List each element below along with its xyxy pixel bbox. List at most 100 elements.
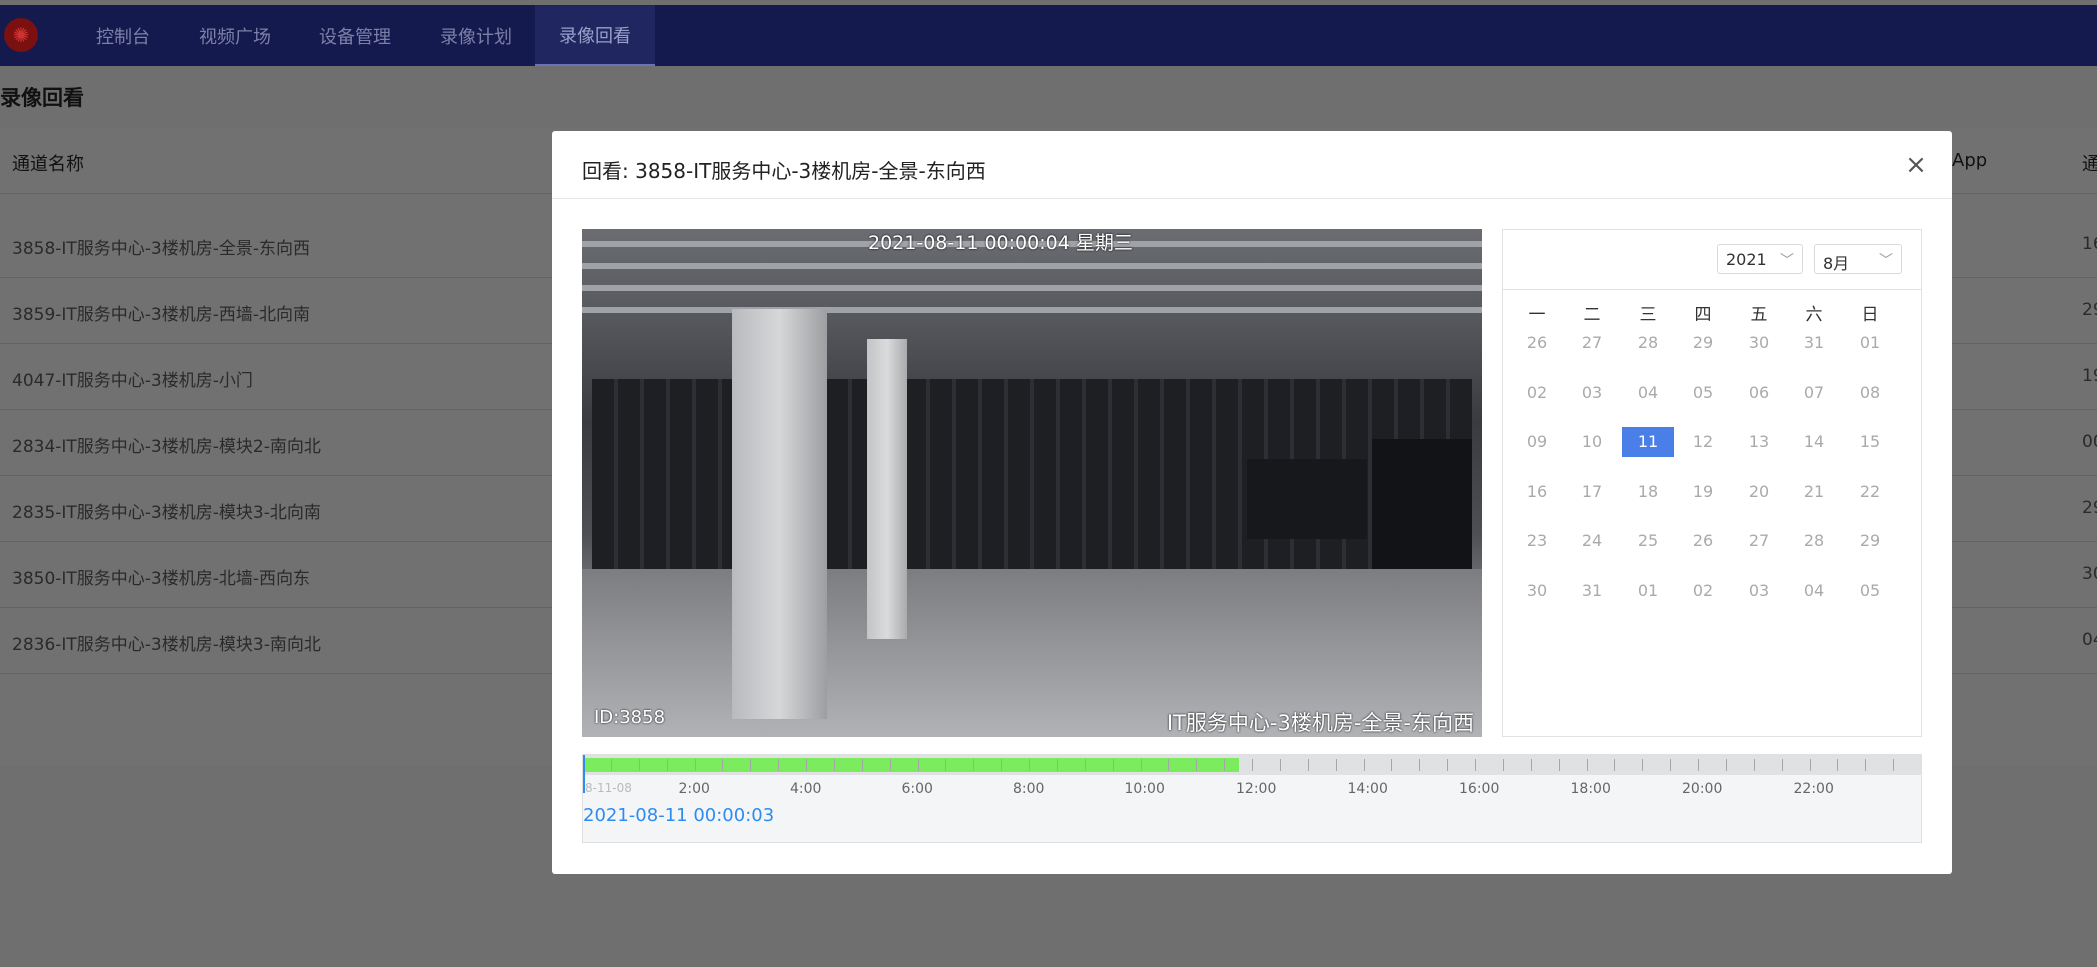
- timeline-tick: [638, 759, 640, 771]
- ceiling-rail: [582, 285, 1482, 291]
- timeline-tick: [945, 759, 947, 771]
- calendar-day[interactable]: 28: [1788, 526, 1840, 556]
- calendar-day[interactable]: 29: [1844, 526, 1896, 556]
- calendar-day[interactable]: 31: [1566, 576, 1618, 606]
- calendar-day[interactable]: 05: [1844, 576, 1896, 606]
- weekday-label: 三: [1639, 305, 1657, 325]
- calendar-day[interactable]: 30: [1733, 328, 1785, 358]
- calendar-day[interactable]: 18: [1622, 477, 1674, 507]
- timeline-tick: [1029, 759, 1030, 771]
- channel-name: 2834-IT服务中心-3楼机房-模块2-南向北: [12, 437, 321, 457]
- video-player[interactable]: 2021-08-11 00:00:04 星期三 ID:3858 IT服务中心-3…: [582, 229, 1482, 737]
- timeline-tick: [666, 759, 668, 771]
- timeline-tick: [1725, 759, 1727, 771]
- timeline-hour-label: 2:00: [678, 781, 710, 797]
- calendar-day[interactable]: 26: [1677, 526, 1729, 556]
- logo-icon: ✺: [4, 18, 38, 52]
- calendar-day[interactable]: 05: [1677, 378, 1729, 408]
- calendar-day[interactable]: 02: [1677, 576, 1729, 606]
- calendar-day[interactable]: 06: [1733, 378, 1785, 408]
- channel-value: 29: [2082, 300, 2097, 320]
- calendar-day[interactable]: 25: [1622, 526, 1674, 556]
- timeline-tick: [806, 759, 807, 771]
- timeline-hour-label: 12:00: [1236, 781, 1277, 797]
- calendar-day[interactable]: 02: [1511, 378, 1563, 408]
- nav-item-console[interactable]: 控制台: [96, 5, 150, 66]
- calendar-day[interactable]: 04: [1622, 378, 1674, 408]
- timeline-tick: [889, 759, 891, 771]
- calendar-day[interactable]: 11: [1622, 427, 1674, 457]
- timeline-tick: [1196, 759, 1198, 771]
- calendar-day[interactable]: 28: [1622, 328, 1674, 358]
- weekday-label: 日: [1861, 305, 1879, 325]
- timeline-hour-label: 10:00: [1124, 781, 1165, 797]
- year-value: 2021: [1726, 250, 1767, 269]
- timeline[interactable]: 8-11-08 2:00 4:00 6:00 8:00 10:00 12:00 14:00 1…: [582, 754, 1922, 843]
- timeline-tick: [778, 759, 780, 771]
- calendar-day[interactable]: 30: [1511, 576, 1563, 606]
- calendar-day[interactable]: 15: [1844, 427, 1896, 457]
- calendar-day[interactable]: 27: [1733, 526, 1785, 556]
- timeline-tick: [1502, 759, 1504, 771]
- calendar: 2021 ﹀ 8月 ﹀ 一二三四五六日 26 27 28 29 30 31 01 02 03 04 0…: [1502, 229, 1922, 737]
- year-select[interactable]: 2021 ﹀: [1717, 244, 1803, 274]
- calendar-day[interactable]: 16: [1511, 477, 1563, 507]
- pillar: [732, 309, 827, 719]
- list-header-right: 通: [2082, 154, 2097, 175]
- calendar-day[interactable]: 03: [1566, 378, 1618, 408]
- timeline-hour-label: 20:00: [1682, 781, 1723, 797]
- timeline-tick: [1809, 759, 1811, 771]
- channel-value: 00: [2082, 432, 2097, 452]
- timeline-tick: [1837, 759, 1839, 771]
- calendar-day[interactable]: 24: [1566, 526, 1618, 556]
- calendar-day[interactable]: 21: [1788, 477, 1840, 507]
- calendar-day[interactable]: 23: [1511, 526, 1563, 556]
- server-racks: [1247, 459, 1367, 539]
- modal-divider: [552, 198, 1952, 199]
- list-header-app: App: [1952, 150, 1988, 171]
- calendar-day[interactable]: 03: [1733, 576, 1785, 606]
- timeline-tick: [973, 759, 975, 771]
- calendar-day[interactable]: 27: [1566, 328, 1618, 358]
- calendar-day[interactable]: 20: [1733, 477, 1785, 507]
- timeline-hour-label: 8:00: [1013, 781, 1045, 797]
- calendar-day[interactable]: 19: [1677, 477, 1729, 507]
- nav-item-recording-plan[interactable]: 录像计划: [440, 5, 512, 66]
- calendar-day[interactable]: 07: [1788, 378, 1840, 408]
- calendar-day[interactable]: 09: [1511, 427, 1563, 457]
- calendar-day[interactable]: 01: [1844, 328, 1896, 358]
- calendar-day[interactable]: 14: [1788, 427, 1840, 457]
- nav-item-video-square[interactable]: 视频广场: [199, 5, 271, 66]
- timeline-tick: [1056, 759, 1058, 771]
- timeline-tick: [1447, 759, 1449, 771]
- nav-item-device-management[interactable]: 设备管理: [319, 5, 391, 66]
- timeline-tick: [1670, 759, 1672, 771]
- calendar-day[interactable]: 10: [1566, 427, 1618, 457]
- calendar-day[interactable]: 22: [1844, 477, 1896, 507]
- close-icon[interactable]: ×: [1902, 151, 1930, 179]
- calendar-day[interactable]: 29: [1677, 328, 1729, 358]
- calendar-day[interactable]: 17: [1566, 477, 1618, 507]
- timeline-tick: [1140, 759, 1142, 771]
- calendar-day[interactable]: 12: [1677, 427, 1729, 457]
- calendar-day[interactable]: 31: [1788, 328, 1840, 358]
- weekday-label: 六: [1805, 305, 1823, 325]
- calendar-day[interactable]: 13: [1733, 427, 1785, 457]
- nav-item-playback[interactable]: 录像回看: [535, 5, 655, 66]
- timeline-tick: [833, 759, 835, 771]
- calendar-day[interactable]: 26: [1511, 328, 1563, 358]
- calendar-day[interactable]: 01: [1622, 576, 1674, 606]
- timeline-tick: [1865, 759, 1867, 771]
- timeline-tick: [1363, 759, 1365, 771]
- calendar-day[interactable]: 04: [1788, 576, 1840, 606]
- calendar-day[interactable]: 08: [1844, 378, 1896, 408]
- timeline-hour-label: 6:00: [901, 781, 933, 797]
- timeline-tick: [1391, 759, 1393, 771]
- channel-value: 16: [2082, 234, 2097, 254]
- channel-value: 04: [2082, 630, 2097, 650]
- month-select[interactable]: 8月 ﹀: [1814, 244, 1902, 274]
- ceiling-rail: [582, 263, 1482, 269]
- list-header-name: 通道名称: [12, 154, 84, 175]
- timeline-tick: [750, 759, 752, 771]
- timeline-track[interactable]: [583, 755, 1921, 775]
